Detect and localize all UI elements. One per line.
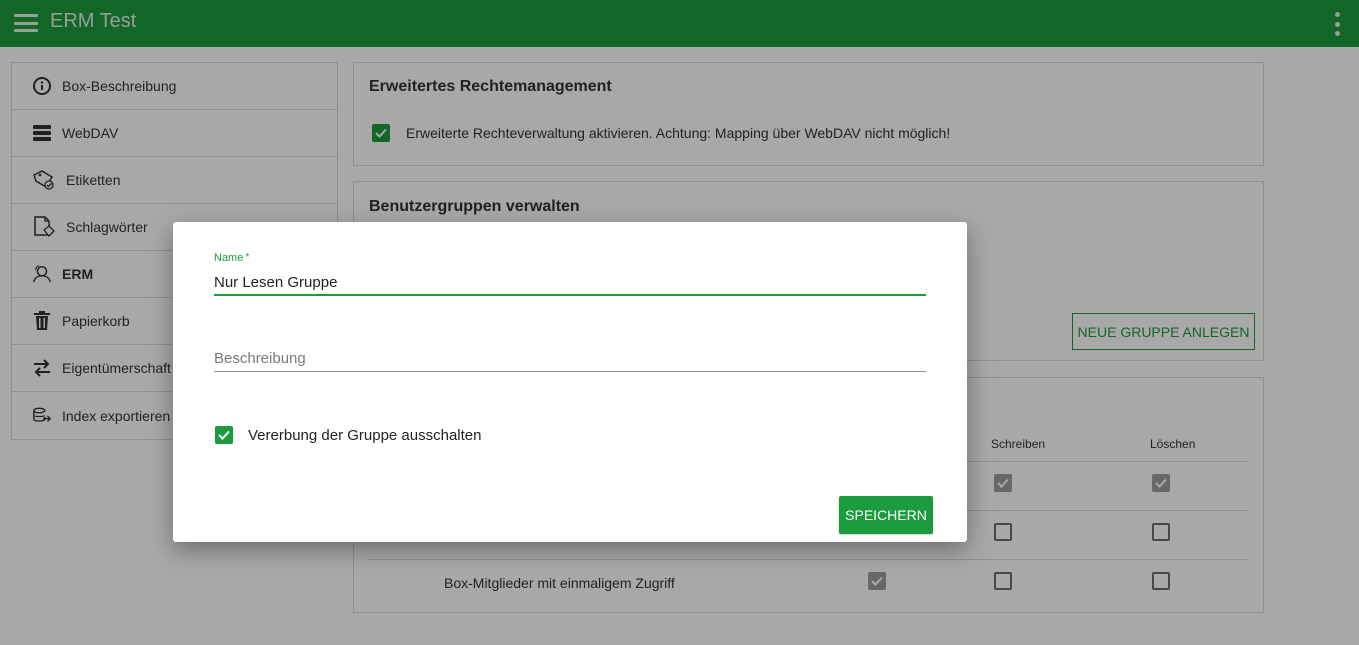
inherit-checkbox[interactable]: [215, 426, 233, 444]
inherit-row: Vererbung der Gruppe ausschalten: [215, 426, 482, 444]
new-group-dialog: Name* Vererbung der Gruppe ausschalten S…: [173, 222, 967, 542]
required-marker: *: [245, 252, 250, 263]
save-button[interactable]: SPEICHERN: [839, 496, 933, 534]
name-field-label: Name *: [214, 252, 249, 264]
description-input[interactable]: [214, 346, 926, 372]
name-input[interactable]: [214, 270, 926, 296]
name-label-text: Name: [214, 252, 244, 264]
inherit-label: Vererbung der Gruppe ausschalten: [248, 426, 482, 444]
